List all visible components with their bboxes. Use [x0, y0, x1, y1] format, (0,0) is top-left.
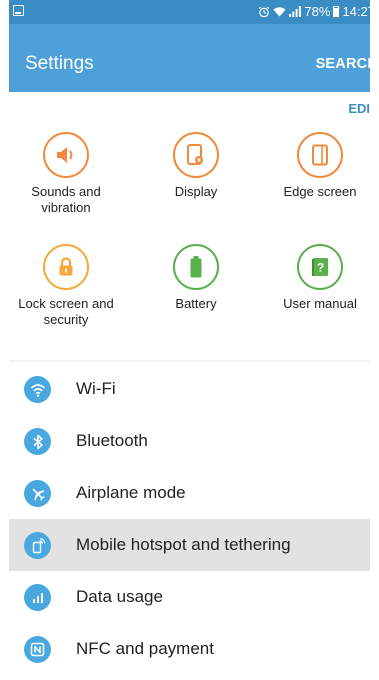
quick-item-battery[interactable]: Battery [141, 244, 251, 312]
settings-list: Wi-Fi Bluetooth Airplane mode Mobile hot… [9, 362, 378, 680]
list-item-wifi[interactable]: Wi-Fi [9, 363, 378, 415]
settings-screen: 78% 14:27 Settings SEARCH EDIT Sounds an… [9, 0, 378, 680]
list-item-mobile-hotspot-and-tethering[interactable]: Mobile hotspot and tethering [9, 519, 378, 571]
list-item-label: Bluetooth [76, 431, 148, 450]
bluetooth-icon [24, 428, 51, 455]
screenshot-margin-right [370, 0, 379, 680]
screenshot-margin-left [0, 0, 9, 680]
list-item-label: Wi-Fi [76, 379, 116, 398]
quick-item-lock-screen-and-security[interactable]: Lock screen and security [11, 244, 121, 328]
alarm-icon [259, 6, 270, 17]
search-button[interactable]: SEARCH [316, 56, 378, 72]
notification-icon [13, 5, 24, 16]
quick-item-sounds-and-vibration[interactable]: Sounds and vibration [11, 132, 121, 216]
display-icon [173, 132, 219, 178]
quick-item-label: Sounds and vibration [31, 184, 101, 215]
svg-text:?: ? [317, 261, 324, 275]
user-manual-icon: ? [297, 244, 343, 290]
signal-icon [289, 6, 302, 17]
speaker-icon [43, 132, 89, 178]
airplane-icon [24, 480, 51, 507]
quick-item-user-manual[interactable]: ? User manual [265, 244, 375, 312]
quick-item-label: Display [174, 184, 218, 199]
hotspot-icon [24, 532, 51, 559]
battery-percentage: 78% [304, 4, 331, 19]
list-item-label: NFC and payment [76, 639, 214, 658]
list-item-label: Data usage [76, 587, 163, 606]
list-item-bluetooth[interactable]: Bluetooth [9, 415, 378, 467]
list-item-label: Mobile hotspot and tethering [76, 535, 291, 554]
status-right-group: 78% 14:27 [258, 4, 375, 19]
battery-icon [333, 6, 340, 17]
wifi-icon [273, 7, 286, 17]
page-title: Settings [25, 53, 94, 74]
status-bar: 78% 14:27 [9, 0, 378, 24]
wifi-icon [24, 376, 51, 403]
quick-item-edge-screen[interactable]: Edge screen [265, 132, 375, 200]
nfc-icon [24, 636, 51, 663]
edge-screen-icon [297, 132, 343, 178]
quick-item-label: Edge screen [283, 184, 357, 199]
list-item-label: Airplane mode [76, 483, 186, 502]
list-item-nfc-and-payment[interactable]: NFC and payment [9, 623, 378, 675]
quick-item-display[interactable]: Display [141, 132, 251, 200]
app-bar: Settings SEARCH [9, 24, 378, 92]
list-item-airplane-mode[interactable]: Airplane mode [9, 467, 378, 519]
quick-item-label: Lock screen and security [18, 296, 114, 327]
lock-icon [43, 244, 89, 290]
quick-item-label: Battery [175, 296, 217, 311]
quick-settings-panel: EDIT Sounds and vibration Display Edge s… [9, 92, 378, 360]
quick-item-label: User manual [283, 296, 357, 311]
data-usage-icon [24, 584, 51, 611]
list-item-data-usage[interactable]: Data usage [9, 571, 378, 623]
battery-icon [173, 244, 219, 290]
